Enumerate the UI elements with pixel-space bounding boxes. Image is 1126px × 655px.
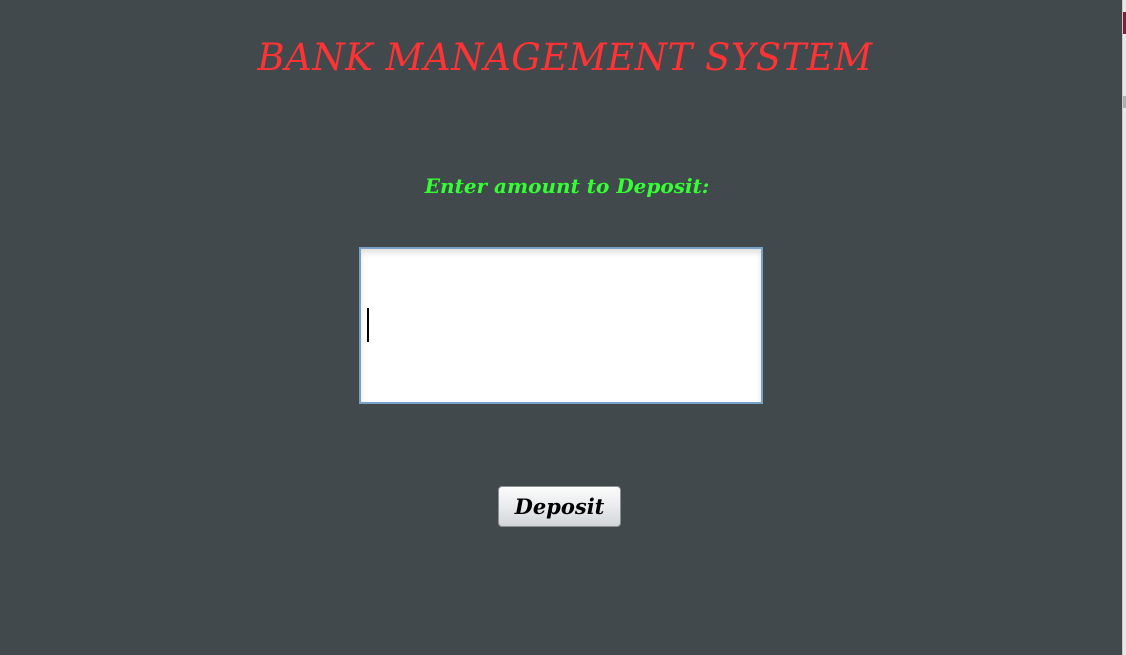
text-caret xyxy=(367,308,369,342)
amount-input[interactable] xyxy=(361,249,761,402)
amount-field-frame[interactable] xyxy=(359,247,763,404)
deposit-button[interactable]: Deposit xyxy=(498,486,621,527)
deposit-amount-label: Enter amount to Deposit: xyxy=(424,174,710,198)
app-title: BANK MANAGEMENT SYSTEM xyxy=(257,36,873,79)
deposit-window: BANK MANAGEMENT SYSTEM Enter amount to D… xyxy=(0,0,1122,655)
